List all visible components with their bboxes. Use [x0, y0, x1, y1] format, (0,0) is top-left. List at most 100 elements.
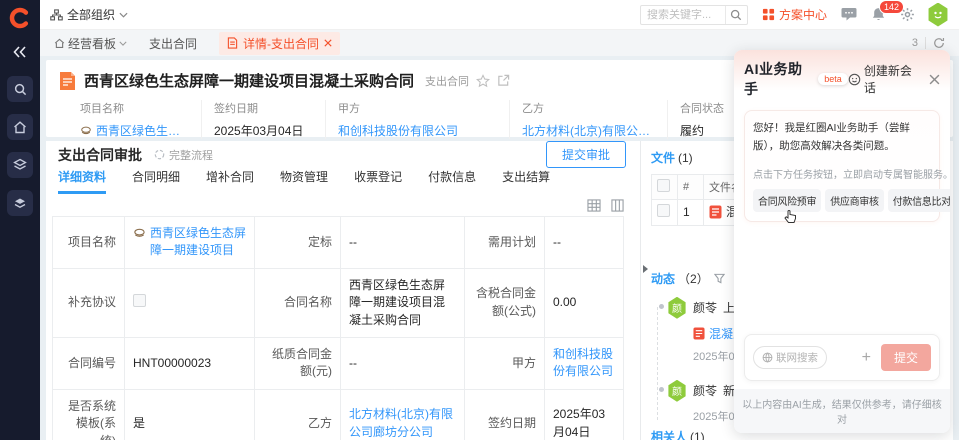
app-logo[interactable]: [8, 6, 32, 30]
timeline-dot: [659, 304, 664, 309]
globe-icon: [762, 352, 773, 363]
contract-status-value: 履约: [680, 122, 704, 139]
field-sign-date: 签约日期 2025年03月04日: [214, 100, 326, 139]
table-row: 是否系统模板(系统) 是 乙方 北方材料(北京)有限公司廊坊分公司 签约日期 2…: [53, 389, 624, 440]
ai-input-box[interactable]: 联网搜索 + 提交: [744, 334, 940, 381]
project-link[interactable]: 西青区绿色生态屏障一期建设项目: [150, 225, 246, 260]
party-a-link[interactable]: 和创科技股份有限公司: [338, 122, 458, 139]
ai-assistant-panel: AI业务助手 beta 创建新会话 您好！我是红圈AI业务助手（尝鲜版），助您高…: [734, 50, 950, 433]
org-selector[interactable]: 全部组织: [50, 6, 128, 23]
files-title[interactable]: 文件: [651, 149, 675, 166]
document-icon: [227, 37, 238, 49]
user-avatar[interactable]: [927, 3, 949, 27]
tab-dashboard[interactable]: 经营看板: [54, 35, 127, 52]
tab-materials[interactable]: 物资管理: [280, 168, 328, 194]
new-session-button[interactable]: 创建新会话: [848, 62, 921, 96]
ai-greeting-text: 您好！我是红圈AI业务助手（尝鲜版），助您高效解决各类问题。: [753, 120, 931, 156]
chevron-down-icon: [119, 12, 128, 18]
left-sidebar: [0, 0, 40, 440]
settings-button[interactable]: [900, 7, 915, 22]
page-title: 西青区绿色生态屏障一期建设项目混凝土采购合同: [84, 70, 414, 91]
activity-user: 颜苓: [693, 382, 717, 399]
tab-settlement[interactable]: 支出结算: [502, 168, 550, 194]
grid-icon: [762, 8, 775, 21]
chat-bubble-icon: [841, 7, 857, 22]
field-party-a: 甲方 和创科技股份有限公司: [338, 100, 510, 139]
solution-center-label: 方案中心: [779, 6, 827, 23]
open-tabs-count: 3: [912, 37, 918, 49]
supplement-checkbox[interactable]: [133, 294, 146, 307]
home-icon: [13, 121, 27, 134]
timeline-dot: [659, 387, 664, 392]
tab-supplement[interactable]: 增补合同: [206, 168, 254, 194]
table-row: 项目名称 西青区绿色生态屏障一期建设项目 定标 -- 需用计划 --: [53, 217, 624, 269]
pane-collapse-handle[interactable]: [643, 265, 648, 273]
search-input[interactable]: [641, 9, 725, 21]
chevron-down-icon: [119, 41, 127, 46]
tab-expense-contract[interactable]: 支出合同: [149, 35, 197, 52]
smiley-chat-icon: [848, 73, 861, 86]
close-icon: [324, 39, 332, 47]
file-checkbox[interactable]: [657, 204, 670, 217]
project-stamp-icon: [80, 126, 92, 136]
ai-greeting-card: 您好！我是红圈AI业务助手（尝鲜版），助您高效解决各类问题。 点击下方任务按钮，…: [744, 110, 940, 222]
select-all-checkbox[interactable]: [657, 179, 670, 192]
related-section-header: 相关人 (1): [651, 428, 705, 440]
avatar-face-icon: [931, 9, 945, 21]
party-b-link[interactable]: 北方材料(北京)有限公司廊坊分公司: [349, 407, 453, 438]
sidebar-home-button[interactable]: [7, 114, 33, 140]
search-icon: [14, 83, 27, 96]
org-label: 全部组织: [67, 6, 115, 23]
home-icon: [54, 38, 65, 49]
action-contract-risk-review[interactable]: 合同风险预审: [753, 189, 821, 212]
global-search: [640, 5, 748, 25]
messages-button[interactable]: [841, 7, 857, 22]
close-ai-panel-icon[interactable]: [929, 74, 940, 85]
avatar: 颜: [667, 297, 687, 319]
beta-badge: beta: [818, 73, 848, 85]
tab-invoices[interactable]: 收票登记: [354, 168, 402, 194]
action-payment-check[interactable]: 付款信息比对: [888, 189, 950, 212]
contract-type-tag: 支出合同: [425, 73, 469, 89]
project-name-link[interactable]: 西青区绿色生态屏障一…: [96, 122, 187, 139]
table-view-icon[interactable]: [587, 199, 601, 212]
cursor-pointer: [784, 210, 797, 230]
tab-detail-active[interactable]: 详情-支出合同: [219, 32, 340, 55]
attach-plus-icon[interactable]: +: [862, 350, 871, 366]
top-bar: 全部组织 方案中心 142: [40, 0, 959, 30]
sidebar-search-button[interactable]: [7, 76, 33, 102]
submit-approval-button[interactable]: 提交审批: [546, 141, 626, 168]
sidebar-collapse-icon[interactable]: [13, 46, 27, 58]
ai-submit-button[interactable]: 提交: [881, 344, 931, 371]
avatar: 颜: [667, 380, 687, 402]
party-b-link[interactable]: 北方材料(北京)有限公司廊坊...: [522, 122, 653, 139]
activity-title[interactable]: 动态: [651, 270, 675, 287]
tab-payments[interactable]: 付款信息: [428, 168, 476, 194]
party-a-link[interactable]: 和创科技股份有限公司: [553, 347, 613, 378]
sidebar-apps-button[interactable]: [7, 190, 33, 216]
solution-center-button[interactable]: 方案中心: [762, 6, 827, 23]
ai-panel-title: AI业务助手: [744, 59, 814, 99]
refresh-icon[interactable]: [933, 37, 945, 49]
detail-tabs: 详细资料 合同明细 增补合同 物资管理 收票登记 付款信息 支出结算: [46, 168, 640, 194]
approval-title: 支出合同审批: [58, 145, 142, 165]
notifications-button[interactable]: 142: [871, 7, 886, 22]
column-settings-icon[interactable]: [611, 199, 624, 212]
tab-detail-info[interactable]: 详细资料: [58, 168, 106, 194]
full-flow-button[interactable]: 完整流程: [154, 147, 213, 163]
web-search-toggle[interactable]: 联网搜索: [753, 346, 827, 369]
favorite-star-icon[interactable]: [476, 74, 490, 88]
related-title[interactable]: 相关人: [651, 428, 687, 440]
sidebar-modules-button[interactable]: [7, 152, 33, 178]
search-submit-button[interactable]: [725, 6, 747, 24]
contract-doc-icon: [58, 71, 77, 91]
filter-icon[interactable]: [714, 273, 725, 284]
files-count: (1): [678, 151, 693, 165]
table-row: 补充协议 合同名称 西青区绿色生态屏障一期建设项目混凝土采购合同 含税合同金额(…: [53, 268, 624, 337]
open-external-icon[interactable]: [497, 74, 510, 87]
activity-user: 颜苓: [693, 299, 717, 316]
gear-icon: [900, 7, 915, 22]
tab-contract-items[interactable]: 合同明细: [132, 168, 180, 194]
action-supplier-audit[interactable]: 供应商审核: [825, 189, 884, 212]
layers-icon: [13, 158, 27, 172]
